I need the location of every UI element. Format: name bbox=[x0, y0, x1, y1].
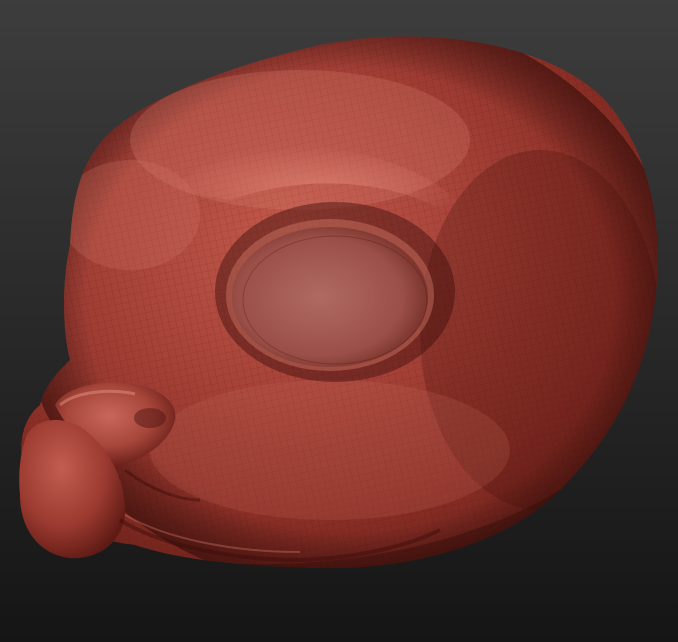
zbrush-viewport[interactable] bbox=[0, 0, 678, 642]
viewport-canvas[interactable] bbox=[0, 0, 678, 642]
eye-socket[interactable] bbox=[215, 202, 455, 382]
